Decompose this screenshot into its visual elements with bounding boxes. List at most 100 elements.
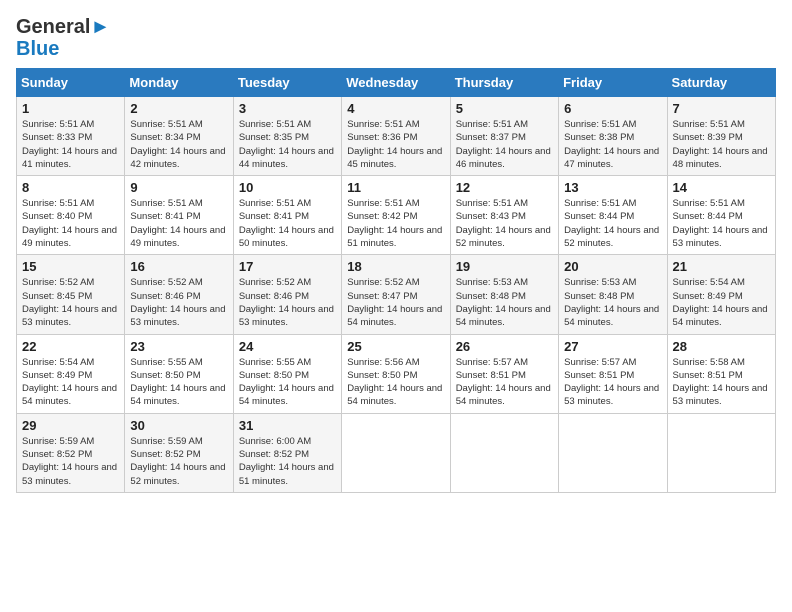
sunset-text: Sunset: 8:41 PM <box>239 211 309 222</box>
sunset-text: Sunset: 8:51 PM <box>456 370 526 381</box>
sunrise-text: Sunrise: 5:51 AM <box>673 198 745 209</box>
day-number: 9 <box>130 180 227 195</box>
sunrise-text: Sunrise: 6:00 AM <box>239 436 311 447</box>
calendar-cell: 3 Sunrise: 5:51 AM Sunset: 8:35 PM Dayli… <box>233 97 341 176</box>
daylight-text: Daylight: 14 hours and 52 minutes. <box>564 225 659 249</box>
calendar-cell: 2 Sunrise: 5:51 AM Sunset: 8:34 PM Dayli… <box>125 97 233 176</box>
daylight-text: Daylight: 14 hours and 54 minutes. <box>564 304 659 328</box>
sunset-text: Sunset: 8:52 PM <box>22 449 92 460</box>
sunset-text: Sunset: 8:49 PM <box>22 370 92 381</box>
daylight-text: Daylight: 14 hours and 52 minutes. <box>130 462 225 486</box>
logo-blue: Blue <box>16 38 59 60</box>
calendar-week-4: 22 Sunrise: 5:54 AM Sunset: 8:49 PM Dayl… <box>17 334 776 413</box>
sunset-text: Sunset: 8:40 PM <box>22 211 92 222</box>
logo: General► Blue <box>16 16 110 60</box>
calendar-cell: 4 Sunrise: 5:51 AM Sunset: 8:36 PM Dayli… <box>342 97 450 176</box>
day-number: 20 <box>564 259 661 274</box>
sunrise-text: Sunrise: 5:51 AM <box>456 119 528 130</box>
day-number: 23 <box>130 339 227 354</box>
logo-icon: ► <box>90 16 110 38</box>
sunset-text: Sunset: 8:45 PM <box>22 291 92 302</box>
calendar-header-row: SundayMondayTuesdayWednesdayThursdayFrid… <box>17 69 776 97</box>
calendar-cell: 28 Sunrise: 5:58 AM Sunset: 8:51 PM Dayl… <box>667 334 775 413</box>
day-number: 28 <box>673 339 770 354</box>
calendar-cell: 24 Sunrise: 5:55 AM Sunset: 8:50 PM Dayl… <box>233 334 341 413</box>
calendar-cell <box>342 413 450 492</box>
sunset-text: Sunset: 8:46 PM <box>239 291 309 302</box>
logo-general: General <box>16 16 90 38</box>
daylight-text: Daylight: 14 hours and 54 minutes. <box>673 304 768 328</box>
sunrise-text: Sunrise: 5:59 AM <box>22 436 94 447</box>
sunrise-text: Sunrise: 5:52 AM <box>22 277 94 288</box>
calendar-cell: 10 Sunrise: 5:51 AM Sunset: 8:41 PM Dayl… <box>233 176 341 255</box>
daylight-text: Daylight: 14 hours and 48 minutes. <box>673 146 768 170</box>
sunset-text: Sunset: 8:39 PM <box>673 132 743 143</box>
sunrise-text: Sunrise: 5:56 AM <box>347 357 419 368</box>
sunrise-text: Sunrise: 5:54 AM <box>673 277 745 288</box>
sunrise-text: Sunrise: 5:51 AM <box>22 198 94 209</box>
day-number: 3 <box>239 101 336 116</box>
sunset-text: Sunset: 8:35 PM <box>239 132 309 143</box>
calendar-cell: 23 Sunrise: 5:55 AM Sunset: 8:50 PM Dayl… <box>125 334 233 413</box>
sunrise-text: Sunrise: 5:59 AM <box>130 436 202 447</box>
sunset-text: Sunset: 8:52 PM <box>130 449 200 460</box>
sunrise-text: Sunrise: 5:52 AM <box>239 277 311 288</box>
sunset-text: Sunset: 8:36 PM <box>347 132 417 143</box>
sunset-text: Sunset: 8:44 PM <box>673 211 743 222</box>
sunrise-text: Sunrise: 5:51 AM <box>456 198 528 209</box>
calendar-week-5: 29 Sunrise: 5:59 AM Sunset: 8:52 PM Dayl… <box>17 413 776 492</box>
sunset-text: Sunset: 8:48 PM <box>456 291 526 302</box>
day-number: 12 <box>456 180 553 195</box>
sunrise-text: Sunrise: 5:55 AM <box>130 357 202 368</box>
daylight-text: Daylight: 14 hours and 49 minutes. <box>22 225 117 249</box>
sunrise-text: Sunrise: 5:51 AM <box>347 198 419 209</box>
calendar-cell <box>667 413 775 492</box>
calendar-cell: 5 Sunrise: 5:51 AM Sunset: 8:37 PM Dayli… <box>450 97 558 176</box>
daylight-text: Daylight: 14 hours and 54 minutes. <box>22 383 117 407</box>
day-number: 21 <box>673 259 770 274</box>
day-number: 30 <box>130 418 227 433</box>
calendar-cell: 11 Sunrise: 5:51 AM Sunset: 8:42 PM Dayl… <box>342 176 450 255</box>
day-number: 31 <box>239 418 336 433</box>
calendar-cell: 15 Sunrise: 5:52 AM Sunset: 8:45 PM Dayl… <box>17 255 125 334</box>
sunset-text: Sunset: 8:41 PM <box>130 211 200 222</box>
sunset-text: Sunset: 8:49 PM <box>673 291 743 302</box>
sunrise-text: Sunrise: 5:53 AM <box>456 277 528 288</box>
day-header-saturday: Saturday <box>667 69 775 97</box>
calendar-cell: 14 Sunrise: 5:51 AM Sunset: 8:44 PM Dayl… <box>667 176 775 255</box>
sunset-text: Sunset: 8:43 PM <box>456 211 526 222</box>
calendar-cell: 16 Sunrise: 5:52 AM Sunset: 8:46 PM Dayl… <box>125 255 233 334</box>
calendar-cell: 22 Sunrise: 5:54 AM Sunset: 8:49 PM Dayl… <box>17 334 125 413</box>
daylight-text: Daylight: 14 hours and 53 minutes. <box>239 304 334 328</box>
daylight-text: Daylight: 14 hours and 52 minutes. <box>456 225 551 249</box>
sunrise-text: Sunrise: 5:58 AM <box>673 357 745 368</box>
day-number: 4 <box>347 101 444 116</box>
sunrise-text: Sunrise: 5:57 AM <box>456 357 528 368</box>
day-number: 22 <box>22 339 119 354</box>
sunset-text: Sunset: 8:33 PM <box>22 132 92 143</box>
daylight-text: Daylight: 14 hours and 53 minutes. <box>22 304 117 328</box>
day-header-thursday: Thursday <box>450 69 558 97</box>
calendar-cell: 8 Sunrise: 5:51 AM Sunset: 8:40 PM Dayli… <box>17 176 125 255</box>
day-header-friday: Friday <box>559 69 667 97</box>
sunset-text: Sunset: 8:50 PM <box>130 370 200 381</box>
sunset-text: Sunset: 8:38 PM <box>564 132 634 143</box>
day-number: 14 <box>673 180 770 195</box>
daylight-text: Daylight: 14 hours and 44 minutes. <box>239 146 334 170</box>
daylight-text: Daylight: 14 hours and 54 minutes. <box>347 383 442 407</box>
sunrise-text: Sunrise: 5:51 AM <box>564 198 636 209</box>
day-header-monday: Monday <box>125 69 233 97</box>
day-header-tuesday: Tuesday <box>233 69 341 97</box>
day-number: 2 <box>130 101 227 116</box>
day-number: 17 <box>239 259 336 274</box>
daylight-text: Daylight: 14 hours and 53 minutes. <box>22 462 117 486</box>
sunrise-text: Sunrise: 5:51 AM <box>239 119 311 130</box>
calendar-cell: 6 Sunrise: 5:51 AM Sunset: 8:38 PM Dayli… <box>559 97 667 176</box>
calendar-cell: 31 Sunrise: 6:00 AM Sunset: 8:52 PM Dayl… <box>233 413 341 492</box>
sunset-text: Sunset: 8:37 PM <box>456 132 526 143</box>
day-number: 11 <box>347 180 444 195</box>
sunset-text: Sunset: 8:46 PM <box>130 291 200 302</box>
day-number: 1 <box>22 101 119 116</box>
calendar-cell: 21 Sunrise: 5:54 AM Sunset: 8:49 PM Dayl… <box>667 255 775 334</box>
daylight-text: Daylight: 14 hours and 54 minutes. <box>130 383 225 407</box>
